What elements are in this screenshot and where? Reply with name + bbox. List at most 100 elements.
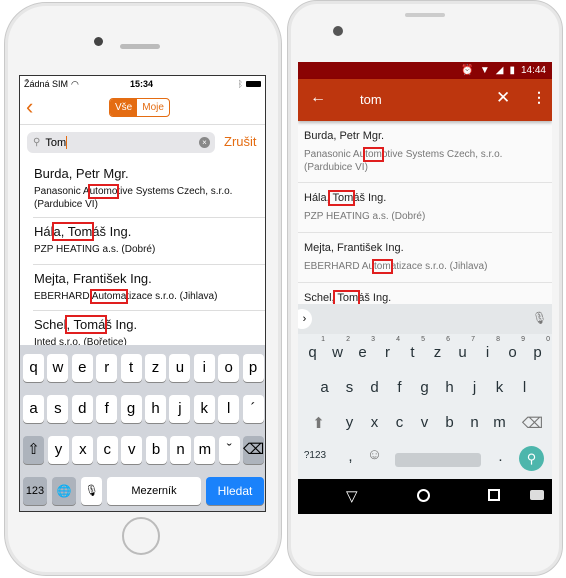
key-w[interactable]: w2 (325, 336, 350, 361)
key-p[interactable]: p0 (525, 336, 550, 361)
space-key[interactable]: Mezerník (107, 477, 201, 505)
key-3[interactable]: v (121, 436, 143, 464)
key-p[interactable]: p (242, 354, 264, 382)
key-l[interactable]: l (512, 379, 537, 396)
key-u[interactable]: u (169, 354, 191, 382)
globe-key[interactable]: 🌐 (52, 477, 76, 505)
key-j[interactable]: j (462, 379, 487, 396)
contact-row[interactable]: Mejta, František Ing. EBERHARD Automatiza… (34, 271, 264, 304)
key-i[interactable]: i8 (475, 336, 500, 361)
key-4[interactable]: b (145, 436, 167, 464)
key-e[interactable]: e (71, 354, 93, 382)
key-1[interactable]: x (72, 436, 94, 464)
key-2[interactable]: c (96, 436, 118, 464)
contact-row[interactable]: Hála, Tomáš Ing. PZP HEATING a.s. (Dobré) (304, 190, 549, 223)
contact-row[interactable]: Burda, Petr Mgr. Panasonic Automotive Sys… (34, 166, 264, 211)
emoji-key[interactable]: ☺ (362, 446, 387, 463)
search-key[interactable]: Hledat (206, 477, 264, 505)
key-e[interactable]: e3 (350, 336, 375, 361)
key-b[interactable]: b (437, 414, 462, 431)
key-q[interactable]: q1 (300, 336, 325, 361)
key-a[interactable]: a (312, 379, 337, 396)
contact-row[interactable]: Hála, Tomáš Ing. PZP HEATING a.s. (Dobré) (34, 222, 264, 256)
delete-key[interactable]: ⌫ (243, 436, 264, 464)
key-q[interactable]: q (23, 354, 44, 382)
period-key[interactable]: . (488, 448, 513, 465)
key-w[interactable]: w (47, 354, 69, 382)
delete-key[interactable]: ⌫ (520, 414, 545, 432)
key-0[interactable]: a (23, 395, 44, 423)
shift-key[interactable]: ⇧ (23, 436, 44, 464)
key-u[interactable]: u7 (450, 336, 475, 361)
key-d[interactable]: d (362, 379, 387, 396)
dictation-key[interactable]: 🎙 (81, 477, 102, 505)
key-v[interactable]: v (412, 414, 437, 431)
contact-row[interactable]: Mejta, František Ing. EBERHARD Automatiza… (304, 242, 549, 274)
contact-company-text: EBERHARD Au (304, 261, 375, 272)
space-key[interactable] (395, 453, 481, 467)
key-1[interactable]: s (47, 395, 69, 423)
segment-all[interactable]: Vše (110, 99, 138, 116)
microphone-icon[interactable]: 🎙 (532, 311, 547, 325)
key-s[interactable]: s (337, 379, 362, 396)
home-button[interactable] (122, 517, 160, 555)
clear-icon[interactable]: ✕ (496, 88, 510, 108)
search-key[interactable]: ⚲ (519, 446, 544, 471)
key-9[interactable]: ´ (242, 395, 264, 423)
symbols-key[interactable]: ?123 (300, 450, 330, 461)
key-r[interactable]: r (96, 354, 118, 382)
key-o[interactable]: o (218, 354, 240, 382)
key-5[interactable]: n (170, 436, 191, 464)
key-label: e (358, 344, 367, 361)
key-f[interactable]: f (387, 379, 412, 396)
contact-name-text: Mejta, František Ing. (304, 242, 404, 254)
overflow-menu-icon[interactable]: ⋮ (532, 89, 546, 106)
search-input[interactable]: tom (360, 92, 382, 107)
key-r[interactable]: r4 (375, 336, 400, 361)
expand-chevron-icon[interactable]: › (298, 309, 312, 329)
back-chevron-icon[interactable]: ‹ (26, 94, 33, 120)
key-m[interactable]: m (487, 414, 512, 431)
key-o[interactable]: o9 (500, 336, 525, 361)
key-z[interactable]: z6 (425, 336, 450, 361)
key-z[interactable]: z (145, 354, 166, 382)
key-7[interactable]: k (193, 395, 215, 423)
key-6[interactable]: j (169, 395, 191, 423)
recents-nav-icon[interactable] (488, 489, 500, 501)
key-5[interactable]: h (145, 395, 166, 423)
key-c[interactable]: c (387, 414, 412, 431)
key-8[interactable]: l (218, 395, 240, 423)
key-t[interactable]: t (120, 354, 142, 382)
contact-row[interactable]: Burda, Petr Mgr. Panasonic Automotive Sys… (304, 130, 549, 174)
key-7[interactable]: ˇ (218, 436, 240, 464)
cancel-button[interactable]: Zrušit (224, 134, 257, 149)
key-x[interactable]: x (362, 414, 387, 431)
key-g[interactable]: g (412, 379, 437, 396)
shift-key[interactable]: ⬆ (306, 414, 331, 432)
key-hint: 5 (421, 336, 425, 343)
key-t[interactable]: t5 (400, 336, 425, 361)
keyboard-switch-icon[interactable] (530, 490, 544, 500)
key-k[interactable]: k (487, 379, 512, 396)
key-n[interactable]: n (462, 414, 487, 431)
key-h[interactable]: h (437, 379, 462, 396)
contact-row[interactable]: Schel, Tomáš Ing. (304, 290, 549, 306)
bluetooth-icon: ᛒ (237, 79, 243, 89)
key-2[interactable]: d (71, 395, 93, 423)
key-y[interactable]: y (337, 414, 362, 431)
numbers-key[interactable]: 123 (23, 477, 47, 505)
key-i[interactable]: i (193, 354, 215, 382)
contact-name: Schel, Tomáš Ing. (304, 290, 549, 306)
key-6[interactable]: m (194, 436, 216, 464)
segment-mine[interactable]: Moje (137, 99, 169, 116)
search-input[interactable]: ⚲ Tom × (27, 132, 215, 153)
key-0[interactable]: y (48, 436, 69, 464)
key-4[interactable]: g (120, 395, 142, 423)
back-nav-icon[interactable]: ▽ (346, 487, 358, 505)
key-3[interactable]: f (96, 395, 118, 423)
contact-company-location: (Pardubice VI) (34, 199, 98, 210)
home-nav-icon[interactable] (417, 489, 430, 502)
comma-key[interactable]: , (338, 448, 363, 465)
back-arrow-icon[interactable]: ← (310, 89, 326, 107)
clear-icon[interactable]: × (199, 137, 210, 148)
